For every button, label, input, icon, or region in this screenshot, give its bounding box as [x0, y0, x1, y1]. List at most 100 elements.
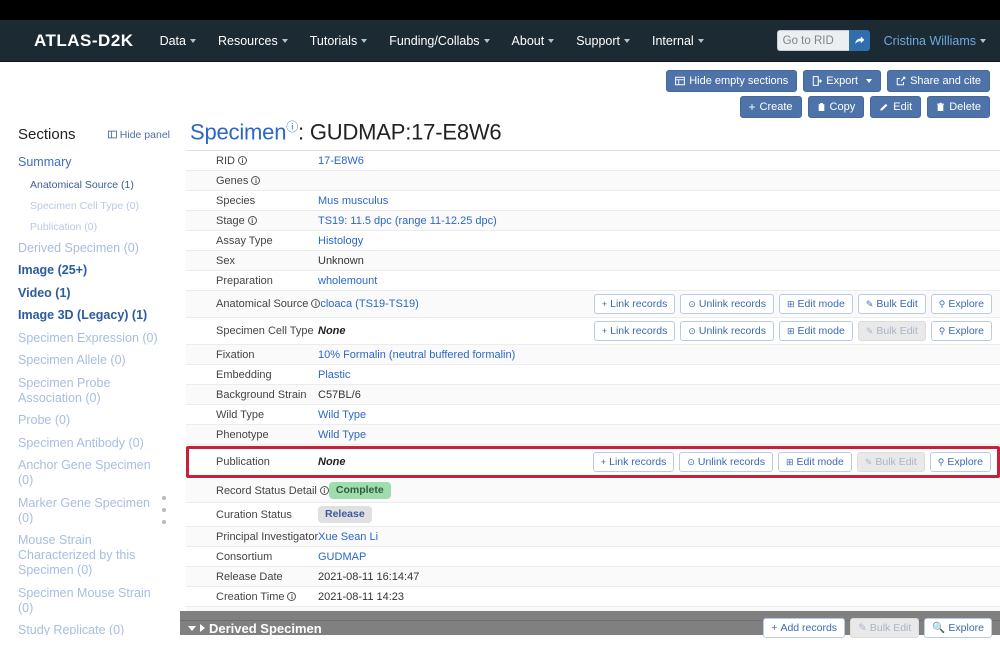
nav-item-about[interactable]: About	[512, 34, 555, 48]
unlink-records-button[interactable]: ⊙ Unlink records	[680, 294, 774, 315]
sidebar-resize-handle[interactable]	[162, 496, 167, 524]
nav-item-internal[interactable]: Internal	[652, 34, 704, 48]
chevron-down-icon	[483, 39, 490, 44]
link-records-button[interactable]: + Link records	[593, 294, 676, 315]
sidebar-item-marker-gene-specimen-0[interactable]: Marker Gene Specimen (0)	[18, 494, 180, 528]
export-button[interactable]: Export	[803, 70, 882, 92]
sidebar-item-image-3d-legacy-1[interactable]: Image 3D (Legacy) (1)	[18, 306, 180, 325]
drag-dot	[162, 496, 166, 500]
row-label: Genes i	[190, 175, 318, 187]
sidebar-item-specimen-expression-0[interactable]: Specimen Expression (0)	[18, 329, 180, 348]
brand-logo[interactable]: ATLAS-D2K	[34, 31, 134, 51]
info-icon[interactable]: i	[287, 591, 297, 601]
row-value[interactable]: 10% Formalin (neutral buffered formalin)	[318, 349, 992, 361]
app-root: ATLAS-D2K Data Resources Tutorials Funding/…	[0, 0, 1000, 649]
nav-item-tutorials[interactable]: Tutorials	[309, 33, 368, 48]
hide-panel-button[interactable]: Hide panel	[107, 128, 170, 141]
info-icon[interactable]: ⓘ	[286, 120, 298, 134]
sidebar-item-study-replicate-0[interactable]: Study Replicate (0)	[18, 621, 180, 635]
sidebar-item-image-25[interactable]: Image (25+)	[18, 261, 180, 280]
copy-button[interactable]: Copy	[807, 96, 865, 118]
row-value[interactable]: Wild Type	[318, 429, 992, 441]
create-button[interactable]: + Create	[739, 96, 802, 118]
sidebar-item-publication-0[interactable]: Publication (0)	[18, 218, 180, 237]
row-value[interactable]: TS19: 11.5 dpc (range 11-12.25 dpc)	[318, 215, 992, 227]
share-and-cite-button[interactable]: Share and cite	[887, 70, 990, 92]
user-menu[interactable]: Cristina Williams	[884, 34, 986, 48]
go-to-rid-input[interactable]	[776, 30, 849, 51]
table-row: Consortium GUDMAP	[186, 547, 1000, 568]
row-value: 2021-08-11 14:23	[318, 590, 405, 603]
sidebar-item-label: Probe (0)	[18, 413, 71, 427]
sidebar-item-derived-specimen-0[interactable]: Derived Specimen (0)	[18, 239, 180, 258]
edit-mode-button[interactable]: ⊞ Edit mode	[778, 321, 853, 342]
sidebar-item-specimen-probe-association-0[interactable]: Specimen Probe Association (0)	[18, 374, 180, 408]
explore-button[interactable]: ⚲ Explore	[930, 294, 992, 315]
nav-item-support[interactable]: Support	[576, 34, 630, 48]
unlink-records-button[interactable]: ⊙ Unlink records	[680, 321, 774, 342]
row-label-text: Preparation	[216, 274, 273, 287]
add-records-button[interactable]: + Add records	[763, 618, 846, 638]
nav-item-funding-collabs[interactable]: Funding/Collabs	[389, 34, 490, 48]
derived-specimen-header[interactable]: Derived Specimen + Add records ✎ Bulk Ed…	[180, 618, 1000, 638]
info-icon[interactable]: i	[251, 175, 261, 185]
plus-icon: +	[600, 457, 607, 468]
go-to-rid-button[interactable]	[848, 30, 870, 51]
sidebar-item-specimen-cell-type-0[interactable]: Specimen Cell Type (0)	[18, 197, 180, 216]
chevron-down-icon[interactable]	[188, 625, 196, 631]
edit-mode-button[interactable]: ⊞ Edit mode	[777, 452, 852, 473]
row-value[interactable]: Plastic	[318, 369, 992, 381]
table-row: Release Date 2021-08-11 16:14:47	[186, 567, 1000, 588]
link-records-button[interactable]: + Link records	[592, 452, 675, 473]
unlink-records-button[interactable]: ⊙ Unlink records	[679, 452, 773, 473]
sidebar-item-anchor-gene-specimen-0[interactable]: Anchor Gene Specimen (0)	[18, 456, 180, 490]
edit-mode-button[interactable]: ⊞ Edit mode	[778, 294, 853, 315]
edit-button[interactable]: Edit	[870, 96, 922, 118]
edit-label: Edit	[893, 101, 913, 113]
row-label-text: Species	[216, 194, 256, 207]
row-value[interactable]: cloaca (TS19-TS19)	[320, 298, 594, 310]
sidebar-item-label: Summary	[18, 155, 72, 169]
sidebar-item-label: Image 3D (Legacy) (1)	[18, 308, 148, 322]
explore-button[interactable]: ⚲ Explore	[930, 321, 992, 342]
sidebar-item-specimen-antibody-0[interactable]: Specimen Antibody (0)	[18, 434, 180, 453]
sidebar-item-anatomical-source-1[interactable]: Anatomical Source (1)	[18, 176, 180, 195]
explore-button[interactable]: 🔍 Explore	[924, 618, 992, 638]
row-label-text: Publication	[216, 456, 270, 469]
page-title-entity[interactable]: Specimen	[190, 119, 286, 144]
sidebar-item-specimen-mouse-strain-0[interactable]: Specimen Mouse Strain (0)	[18, 584, 180, 618]
row-label-text: Phenotype	[216, 428, 269, 441]
create-label: Create	[759, 101, 793, 113]
chevron-down-icon	[697, 39, 704, 44]
link-records-button[interactable]: + Link records	[593, 321, 676, 342]
row-value[interactable]: GUDMAP	[318, 551, 992, 563]
row-label-text: Principal Investigator	[216, 530, 319, 543]
row-value[interactable]: Wild Type	[318, 409, 992, 421]
row-value[interactable]: wholemount	[318, 275, 992, 287]
hide-empty-sections-button[interactable]: Hide empty sections	[666, 70, 798, 92]
info-icon[interactable]: i	[311, 299, 321, 309]
sidebar-item-probe-0[interactable]: Probe (0)	[18, 411, 180, 430]
nav-item-data[interactable]: Data	[160, 34, 196, 48]
sidebar-item-video-1[interactable]: Video (1)	[18, 284, 180, 303]
nav-item-resources[interactable]: Resources	[218, 34, 288, 48]
hide-panel-label: Hide panel	[119, 128, 170, 141]
row-value[interactable]: 17-E8W6	[318, 155, 992, 167]
edit-mode-button-label: Edit mode	[797, 325, 845, 338]
sidebar-item-summary[interactable]: Summary	[18, 153, 180, 172]
sidebar-item-specimen-allele-0[interactable]: Specimen Allele (0)	[18, 351, 180, 370]
nav-item-label: Tutorials	[309, 33, 358, 48]
bulk-edit-button[interactable]: ✎ Bulk Edit	[857, 294, 926, 315]
edit-mode-button-label: Edit mode	[796, 456, 844, 469]
status-badge: Release	[318, 506, 372, 524]
info-icon[interactable]: i	[237, 155, 247, 165]
info-icon[interactable]: i	[319, 485, 329, 495]
chevron-right-icon[interactable]	[200, 624, 205, 632]
explore-button[interactable]: ⚲ Explore	[929, 452, 991, 473]
info-icon[interactable]: i	[247, 215, 257, 225]
delete-button[interactable]: Delete	[927, 96, 990, 118]
row-value[interactable]: Mus musculus	[318, 195, 992, 207]
row-value[interactable]: Xue Sean Li	[318, 531, 992, 543]
row-value[interactable]: Histology	[318, 235, 992, 247]
sidebar-item-mouse-strain-characterized-by-this-specimen-0[interactable]: Mouse Strain Characterized by this Speci…	[18, 531, 180, 580]
